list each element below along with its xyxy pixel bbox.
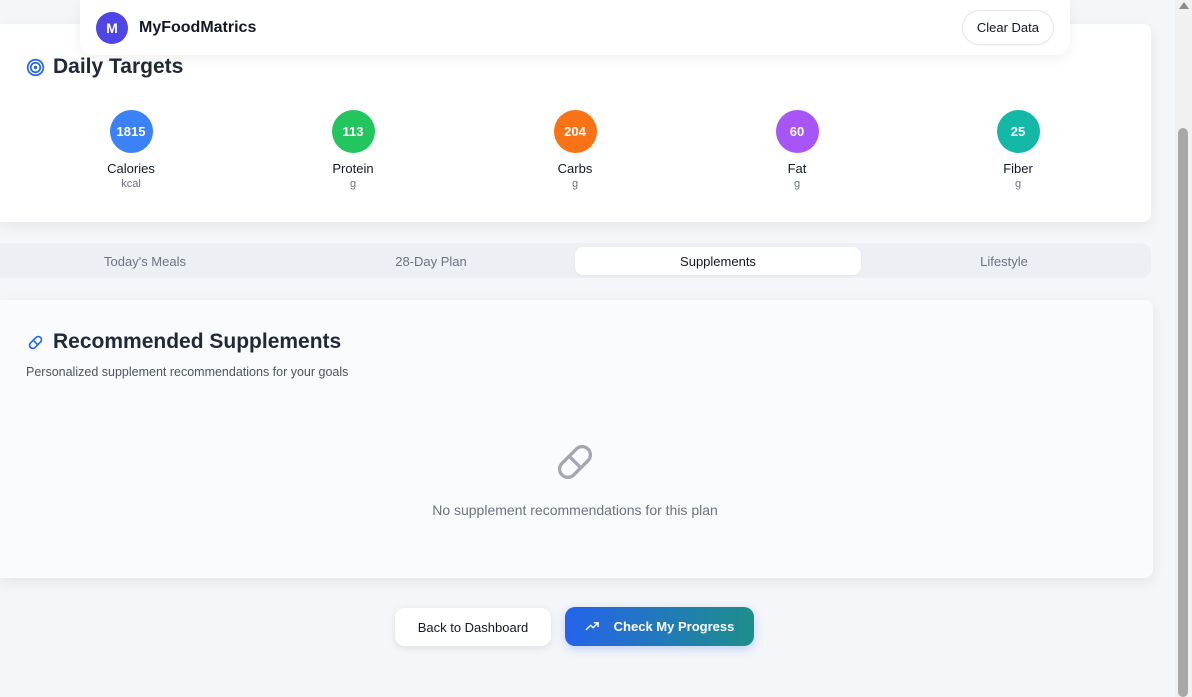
targets-row: 1815 Calories kcal 113 Protein g 204 Car… — [20, 110, 1130, 200]
fiber-unit: g — [1014, 178, 1022, 190]
target-calories: 1815 Calories kcal — [71, 110, 191, 190]
target-fat: 60 Fat g — [737, 110, 857, 190]
calories-label: Calories — [107, 161, 155, 176]
app-name: MyFoodMatrics — [139, 18, 257, 36]
fat-value: 60 — [789, 124, 805, 139]
pill-empty-icon — [557, 444, 593, 480]
tab-lifestyle[interactable]: Lifestyle — [861, 247, 1147, 275]
back-to-dashboard-button[interactable]: Back to Dashboard — [395, 608, 551, 646]
tab-supplements[interactable]: Supplements — [575, 247, 861, 275]
supplements-title: Recommended Supplements — [53, 330, 342, 353]
protein-value: 113 — [342, 124, 364, 139]
supplements-subtitle: Personalized supplement recommendations … — [26, 365, 349, 379]
empty-state-message: No supplement recommendations for this p… — [432, 502, 718, 518]
target-protein: 113 Protein g — [293, 110, 413, 190]
protein-label: Protein — [332, 161, 374, 176]
tab-todays-meals[interactable]: Today's Meals — [2, 247, 288, 275]
fat-value-circle: 60 — [775, 110, 819, 153]
clear-data-button[interactable]: Clear Data — [961, 10, 1054, 45]
plan-tabs: Today's Meals 28-Day Plan Supplements Li… — [0, 243, 1151, 278]
protein-value-circle: 113 — [331, 110, 375, 153]
daily-targets-title: Daily Targets — [53, 55, 184, 78]
trending-up-icon — [585, 622, 599, 631]
protein-unit: g — [349, 178, 357, 190]
tab-28-day-plan[interactable]: 28-Day Plan — [288, 247, 574, 275]
supplements-heading: Recommended Supplements — [26, 330, 341, 354]
carbs-value-circle: 204 — [553, 110, 597, 153]
fat-unit: g — [793, 178, 801, 190]
app-logo[interactable]: M — [96, 11, 128, 44]
fiber-label: Fiber — [1003, 161, 1033, 176]
carbs-unit: g — [571, 178, 579, 190]
top-header: M MyFoodMatrics Clear Data — [80, 0, 1070, 55]
check-progress-button[interactable]: Check My Progress — [565, 607, 754, 646]
pill-icon — [28, 335, 43, 349]
logo-letter: M — [106, 19, 118, 36]
check-progress-label: Check My Progress — [613, 619, 735, 634]
vertical-scrollbar[interactable] — [1175, 0, 1192, 697]
calories-value-circle: 1815 — [109, 110, 153, 153]
scrollbar-thumb[interactable] — [1178, 128, 1188, 697]
app-page: M MyFoodMatrics Clear Data Daily Targets… — [0, 0, 1175, 697]
carbs-value: 204 — [564, 124, 586, 139]
fiber-value-circle: 25 — [996, 110, 1040, 153]
target-icon — [26, 58, 45, 76]
calories-unit: kcal — [121, 178, 141, 190]
target-fiber: 25 Fiber g — [958, 110, 1078, 190]
fat-label: Fat — [787, 161, 807, 176]
scroll-up-arrow-icon[interactable] — [1179, 2, 1189, 9]
carbs-label: Carbs — [557, 161, 593, 176]
fiber-value: 25 — [1010, 124, 1026, 139]
supplements-card: Recommended Supplements Personalized sup… — [0, 300, 1153, 578]
calories-value: 1815 — [116, 124, 146, 139]
target-carbs: 204 Carbs g — [515, 110, 635, 190]
daily-targets-heading: Daily Targets — [26, 55, 183, 79]
